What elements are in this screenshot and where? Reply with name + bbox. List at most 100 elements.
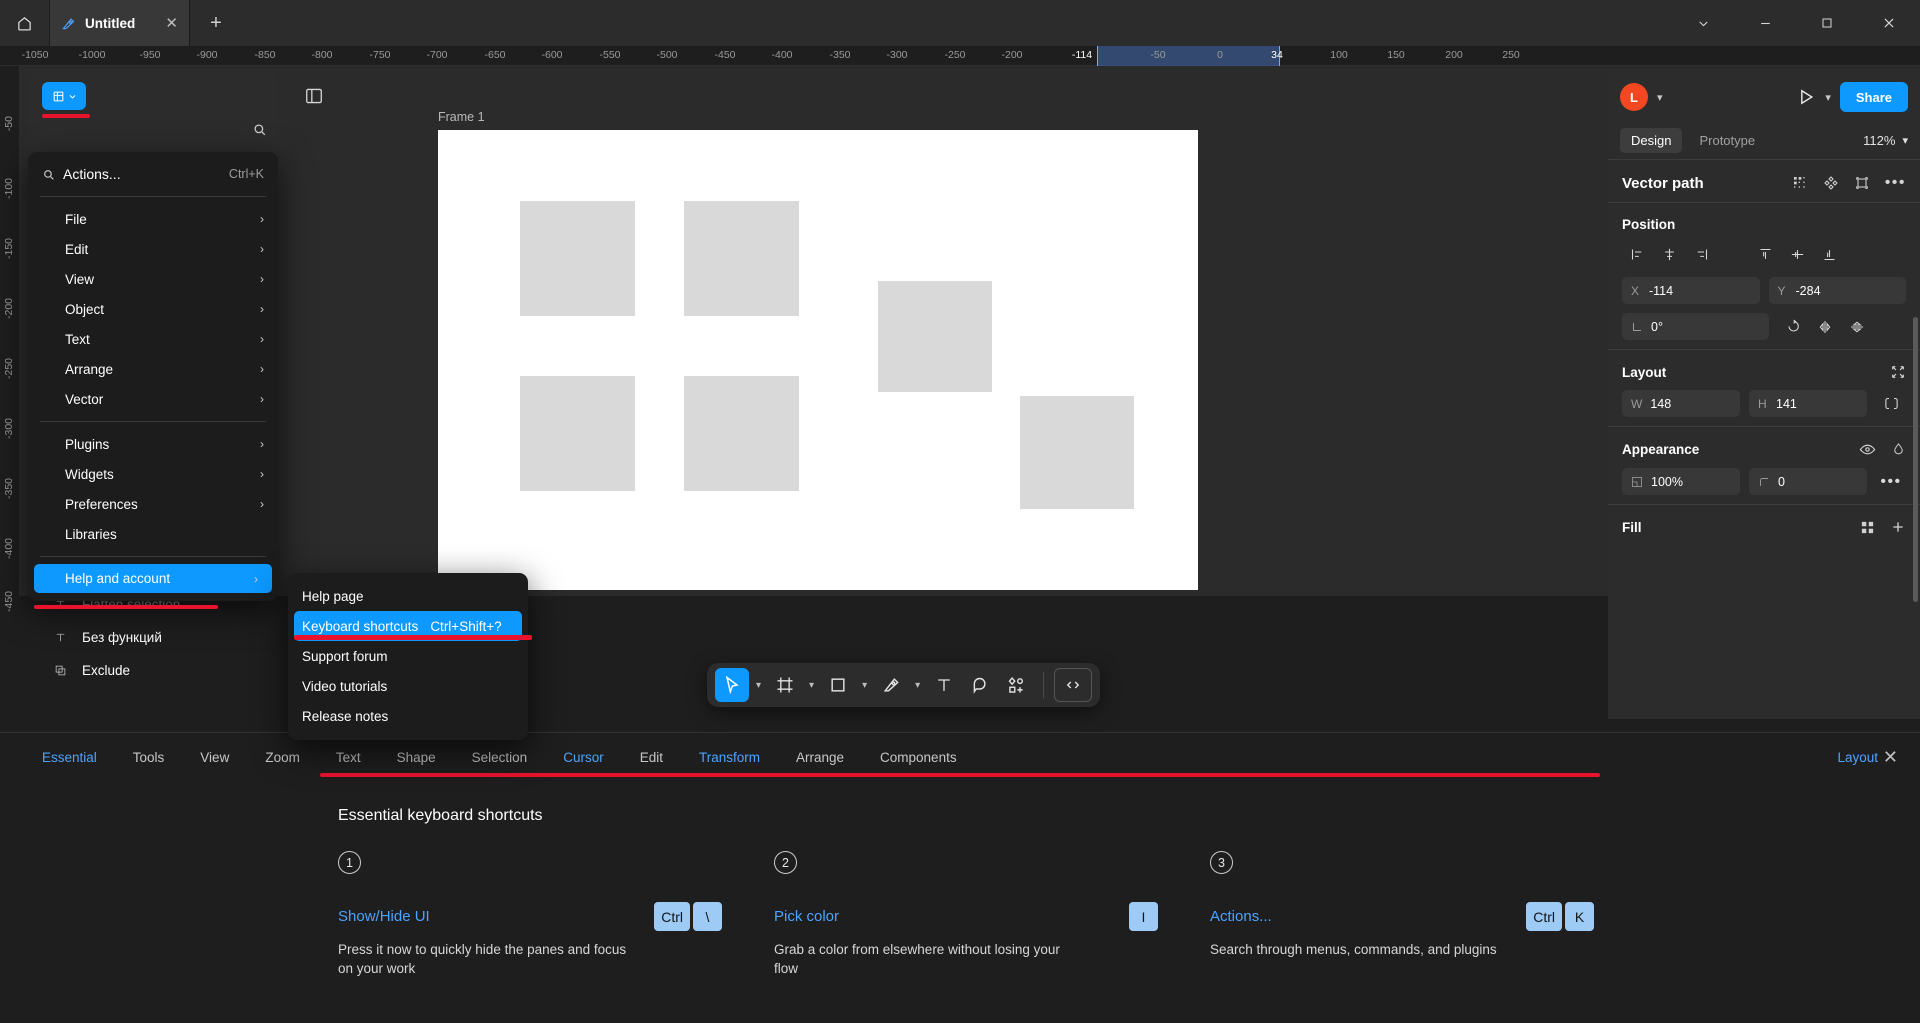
- toggle-panels-button[interactable]: [300, 84, 328, 108]
- corner-radius-field[interactable]: 0: [1749, 468, 1867, 495]
- frame-tool-chevron-down-icon[interactable]: ▾: [804, 680, 819, 691]
- submenu-item-release-notes[interactable]: Release notes: [288, 701, 528, 731]
- tab-shape[interactable]: Shape: [379, 750, 454, 765]
- canvas-shape[interactable]: [520, 201, 635, 316]
- figma-menu-button[interactable]: [42, 82, 86, 110]
- submenu-item-help-page[interactable]: Help page: [288, 581, 528, 611]
- canvas-shape[interactable]: [684, 376, 799, 491]
- window-close-button[interactable]: [1858, 0, 1920, 46]
- menu-item-help-and-account[interactable]: Help and account ›: [34, 564, 272, 593]
- shape-tool-button[interactable]: [821, 668, 855, 702]
- menu-item-libraries[interactable]: Libraries: [28, 519, 278, 549]
- help-and-account-submenu[interactable]: Help page Keyboard shortcuts Ctrl+Shift+? S…: [288, 573, 528, 740]
- tab-zoom[interactable]: Zoom: [247, 750, 318, 765]
- tab-edit[interactable]: Edit: [622, 750, 681, 765]
- align-top-icon[interactable]: [1750, 242, 1780, 267]
- grid-icon[interactable]: [1792, 175, 1808, 191]
- more-icon[interactable]: •••: [1885, 174, 1906, 192]
- menu-item-vector[interactable]: Vector ›: [28, 384, 278, 414]
- component-icon[interactable]: [1823, 175, 1839, 191]
- shortcut-title[interactable]: Pick color: [774, 908, 839, 925]
- avatar-chevron-down-icon[interactable]: ▾: [1657, 91, 1663, 104]
- x-field[interactable]: X -114: [1622, 277, 1760, 304]
- menu-item-file[interactable]: File ›: [28, 204, 278, 234]
- align-right-icon[interactable]: [1686, 242, 1716, 267]
- canvas-shape[interactable]: [520, 376, 635, 491]
- sidebar-search-icon[interactable]: [246, 116, 272, 142]
- minimize-button[interactable]: [1734, 0, 1796, 46]
- shape-tool-chevron-down-icon[interactable]: ▾: [857, 680, 872, 691]
- panel-scrollbar[interactable]: [1913, 317, 1918, 602]
- avatar[interactable]: L: [1620, 83, 1648, 111]
- rotation-field[interactable]: 0°: [1622, 313, 1769, 340]
- frame-1[interactable]: [438, 130, 1198, 590]
- share-button[interactable]: Share: [1839, 82, 1908, 112]
- main-menu[interactable]: Actions... Ctrl+K File › Edit › View › Object › T…: [28, 152, 278, 601]
- menu-item-text[interactable]: Text ›: [28, 324, 278, 354]
- menu-item-plugins[interactable]: Plugins ›: [28, 429, 278, 459]
- close-shortcuts-panel-icon[interactable]: ✕: [1883, 747, 1898, 768]
- canvas-shape[interactable]: [684, 201, 799, 316]
- width-field[interactable]: W 148: [1622, 390, 1740, 417]
- pen-tool-chevron-down-icon[interactable]: ▾: [910, 680, 925, 691]
- tab-components[interactable]: Components: [862, 750, 975, 765]
- new-tab-button[interactable]: +: [190, 0, 242, 46]
- shortcut-title[interactable]: Actions...: [1210, 908, 1272, 925]
- eye-icon[interactable]: [1859, 441, 1876, 458]
- menu-item-actions[interactable]: Actions... Ctrl+K: [28, 159, 278, 189]
- menu-item-edit[interactable]: Edit ›: [28, 234, 278, 264]
- menu-item-widgets[interactable]: Widgets ›: [28, 459, 278, 489]
- dev-mode-button[interactable]: [1054, 668, 1093, 702]
- document-tab[interactable]: Untitled ✕: [50, 0, 190, 46]
- appearance-more-icon[interactable]: •••: [1876, 468, 1906, 495]
- align-bottom-icon[interactable]: [1814, 242, 1844, 267]
- maximize-button[interactable]: [1796, 0, 1858, 46]
- resize-to-fit-icon[interactable]: [1890, 364, 1906, 380]
- list-item[interactable]: Exclude: [28, 654, 278, 687]
- submenu-item-support-forum[interactable]: Support forum: [288, 641, 528, 671]
- home-button[interactable]: [0, 0, 50, 46]
- add-fill-plus-icon[interactable]: [1890, 519, 1906, 535]
- rotate-icon[interactable]: [1778, 313, 1808, 340]
- flip-horizontal-icon[interactable]: [1810, 313, 1840, 340]
- align-left-icon[interactable]: [1622, 242, 1652, 267]
- tab-design[interactable]: Design: [1620, 128, 1683, 153]
- comment-tool-button[interactable]: [963, 668, 997, 702]
- menu-item-arrange[interactable]: Arrange ›: [28, 354, 278, 384]
- y-field[interactable]: Y -284: [1768, 277, 1906, 304]
- styles-icon[interactable]: [1860, 520, 1875, 535]
- tab-essential[interactable]: Essential: [24, 750, 115, 765]
- height-field[interactable]: H 141: [1749, 390, 1867, 417]
- blend-mode-icon[interactable]: [1891, 442, 1906, 457]
- text-tool-button[interactable]: [927, 668, 961, 702]
- menu-item-object[interactable]: Object ›: [28, 294, 278, 324]
- canvas-shape[interactable]: [1020, 396, 1134, 509]
- move-tool-chevron-down-icon[interactable]: ▾: [751, 680, 766, 691]
- tab-cursor[interactable]: Cursor: [545, 750, 622, 765]
- tab-tools[interactable]: Tools: [115, 750, 183, 765]
- frame-tool-button[interactable]: [768, 668, 802, 702]
- boolean-icon[interactable]: [1854, 175, 1870, 191]
- tab-transform[interactable]: Transform: [681, 750, 778, 765]
- resources-tool-button[interactable]: [999, 668, 1033, 702]
- align-middle-v-icon[interactable]: [1782, 242, 1812, 267]
- present-chevron-down-icon[interactable]: ▾: [1825, 91, 1831, 104]
- list-item[interactable]: Без функций: [28, 621, 278, 654]
- shortcut-title[interactable]: Show/Hide UI: [338, 908, 430, 925]
- window-menu-button[interactable]: [1672, 0, 1734, 46]
- align-center-h-icon[interactable]: [1654, 242, 1684, 267]
- tab-arrange[interactable]: Arrange: [778, 750, 862, 765]
- tab-selection[interactable]: Selection: [454, 750, 546, 765]
- canvas-shape[interactable]: [878, 281, 992, 392]
- flip-vertical-icon[interactable]: [1842, 313, 1872, 340]
- tab-view[interactable]: View: [182, 750, 247, 765]
- opacity-field[interactable]: 100%: [1622, 468, 1740, 495]
- menu-item-preferences[interactable]: Preferences ›: [28, 489, 278, 519]
- pen-tool-button[interactable]: [874, 668, 908, 702]
- zoom-chevron-down-icon[interactable]: ▾: [1902, 134, 1908, 147]
- canvas-toolbar[interactable]: ▾ ▾ ▾ ▾: [707, 663, 1101, 707]
- zoom-control[interactable]: 112% ▾: [1863, 133, 1908, 148]
- move-tool-button[interactable]: [715, 668, 749, 702]
- tab-text[interactable]: Text: [318, 750, 379, 765]
- submenu-item-video-tutorials[interactable]: Video tutorials: [288, 671, 528, 701]
